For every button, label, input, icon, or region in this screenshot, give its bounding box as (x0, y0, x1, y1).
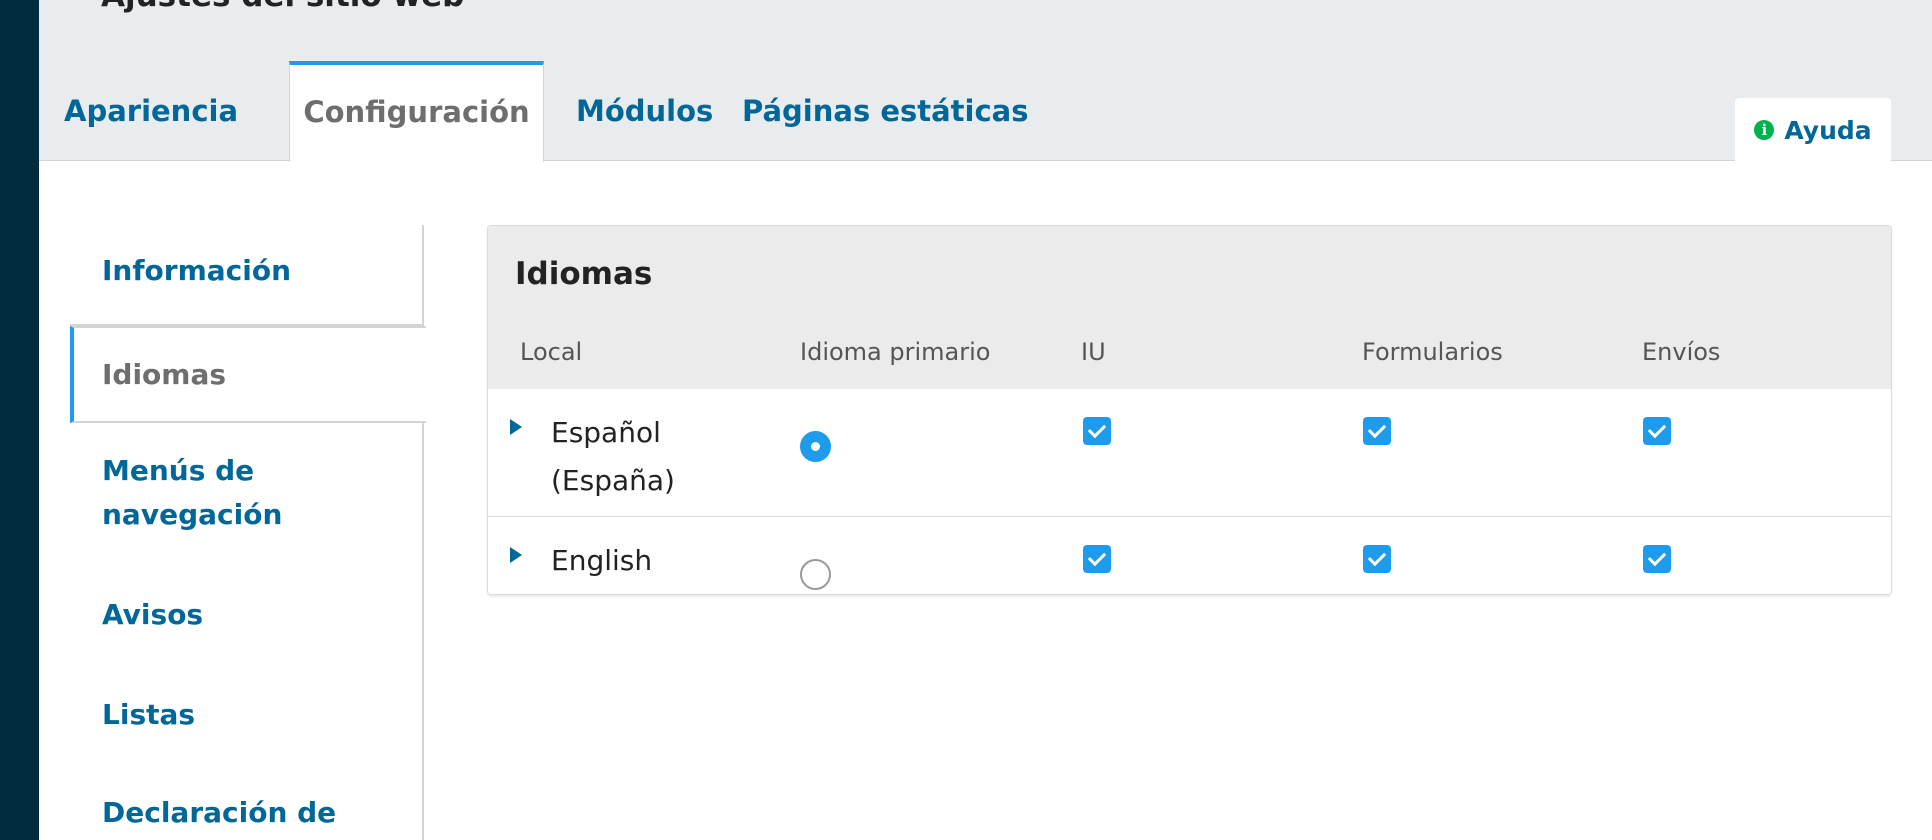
sidebar-item-informacion[interactable]: Información (70, 249, 424, 301)
help-button[interactable]: i Ayuda (1735, 98, 1891, 162)
column-header-envios: Envíos (1642, 338, 1721, 366)
tab-apariencia[interactable]: Apariencia (64, 61, 238, 161)
ui-checkbox[interactable] (1083, 417, 1111, 445)
languages-panel: Idiomas Local Idioma primario IU Formula… (487, 225, 1892, 595)
locale-name: Español (España) (551, 416, 675, 497)
ui-checkbox[interactable] (1083, 545, 1111, 573)
sidebar-item-menus-de-navegacion[interactable]: Menús de navegación (70, 449, 370, 541)
sidebar-item-avisos[interactable]: Avisos (70, 593, 424, 645)
column-header-iu: IU (1081, 338, 1106, 366)
submissions-checkbox[interactable] (1643, 417, 1671, 445)
sidebar-item-declaracion-de[interactable]: Declaración de (70, 791, 424, 840)
settings-side-nav: Información Idiomas Menús de navegación … (70, 225, 426, 840)
forms-checkbox[interactable] (1363, 545, 1391, 573)
primary-locale-radio[interactable] (800, 559, 831, 590)
languages-panel-header: Idiomas Local Idioma primario IU Formula… (488, 226, 1891, 389)
tab-paginas-estaticas[interactable]: Páginas estáticas (742, 61, 1029, 161)
info-circle-icon: i (1754, 120, 1775, 140)
sidebar-item-idiomas[interactable]: Idiomas (70, 326, 426, 423)
column-header-idioma-primario: Idioma primario (800, 338, 991, 366)
submissions-checkbox[interactable] (1643, 545, 1671, 573)
locale-name: English (551, 544, 653, 577)
panel-title: Idiomas (515, 256, 653, 292)
forms-checkbox[interactable] (1363, 417, 1391, 445)
table-row: Español (España) (488, 389, 1891, 517)
help-label: Ayuda (1784, 115, 1872, 145)
page: Ajustes del sitio web Apariencia Configu… (39, 0, 1932, 840)
tab-configuracion[interactable]: Configuración (289, 61, 544, 162)
column-header-local: Local (520, 338, 583, 366)
expand-row-arrow-icon[interactable] (510, 547, 522, 563)
page-title: Ajustes del sitio web (101, 0, 464, 14)
table-row: English (488, 517, 1891, 594)
expand-row-arrow-icon[interactable] (510, 419, 522, 435)
primary-locale-radio[interactable] (800, 431, 831, 462)
tab-modulos[interactable]: Módulos (576, 61, 713, 161)
column-header-formularios: Formularios (1362, 338, 1503, 366)
app-sidebar-strip (0, 0, 39, 840)
page-header: Ajustes del sitio web Apariencia Configu… (39, 0, 1932, 162)
sidebar-item-listas[interactable]: Listas (70, 693, 424, 745)
